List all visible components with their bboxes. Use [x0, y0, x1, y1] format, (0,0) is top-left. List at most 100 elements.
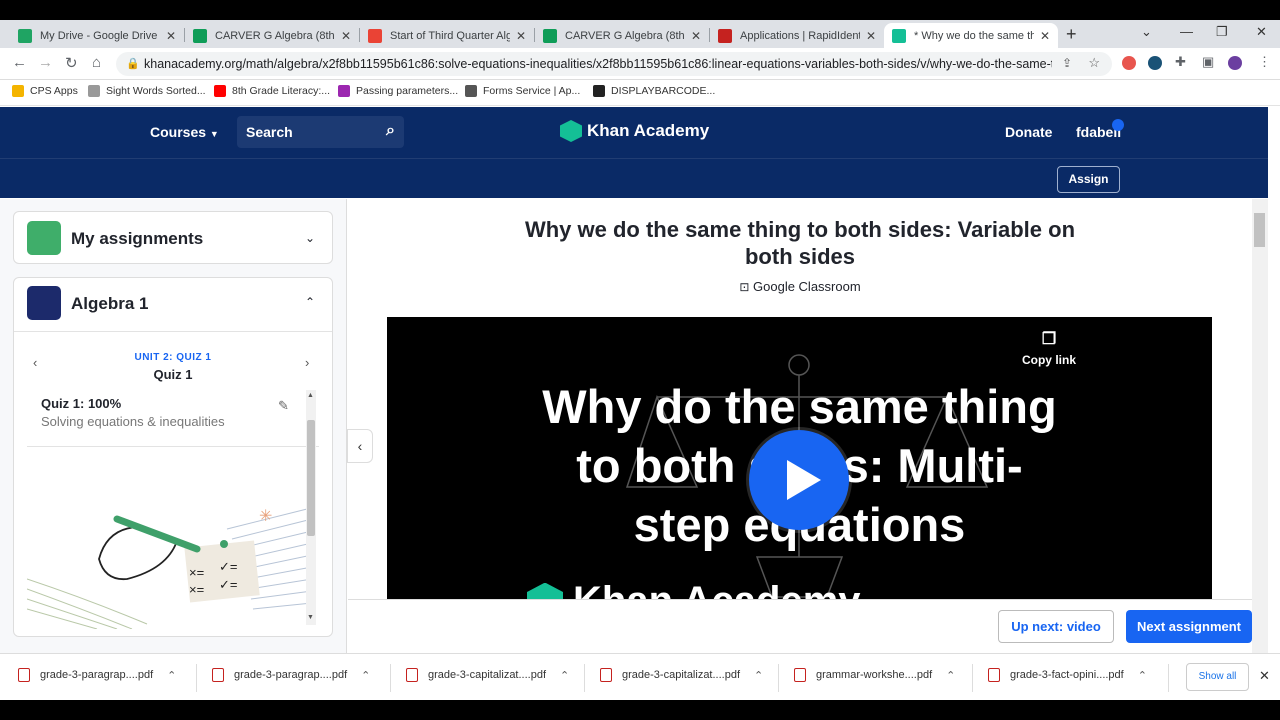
close-icon[interactable]: ✕ [166, 29, 176, 43]
khan-academy-icon [892, 28, 906, 43]
classroom-icon: ⊡ [739, 280, 750, 294]
chevron-up-icon[interactable]: ⌃ [1138, 669, 1147, 682]
tab-khan-academy[interactable]: * Why we do the same thing✕ [884, 23, 1058, 48]
main-content: Why we do the same thing to both sides: … [348, 199, 1252, 619]
up-next-button[interactable]: Up next: video [998, 610, 1114, 643]
close-icon[interactable]: ✕ [516, 29, 526, 43]
khan-academy-logo[interactable]: Khan Academy [560, 120, 709, 142]
copy-link-button[interactable]: ❐ Copy link [1015, 329, 1083, 367]
puzzle-icon[interactable]: ✚ [1175, 54, 1186, 70]
chevron-up-icon[interactable]: ⌃ [754, 669, 763, 682]
browser-window: My Drive - Google Drive ✕ CARVER G Algebr… [0, 20, 1280, 700]
search-icon[interactable]: ⌕ [386, 122, 395, 140]
tab-search-icon[interactable]: ⌄ [1141, 24, 1152, 40]
unit-label: UNIT 2: QUIZ 1 [134, 352, 212, 363]
quiz-scrollbar[interactable]: ▲ ▼ [306, 390, 316, 625]
chevron-up-icon[interactable]: ⌃ [305, 295, 315, 309]
tab-carver-algebra-2[interactable]: CARVER G Algebra (8th Gra✕ [535, 23, 709, 48]
svg-text:✓=: ✓= [219, 559, 237, 574]
sidepanel-icon[interactable]: ▣ [1202, 54, 1214, 70]
play-button[interactable] [749, 430, 849, 530]
svg-text:✓=: ✓= [219, 577, 237, 592]
bookmarks-bar: CPS Apps Sight Words Sorted... 8th Grade… [0, 80, 1280, 106]
forward-icon[interactable]: → [38, 54, 53, 71]
url-bar[interactable]: 🔒 khanacademy.org/math/algebra/x2f8bb115… [116, 52, 1112, 76]
download-item[interactable]: grammar-workshe....pdf ⌃ [794, 668, 955, 682]
menu-icon[interactable]: ⋮ [1258, 54, 1271, 70]
bookmark-displaybarcode[interactable]: DISPLAYBARCODE... [593, 85, 715, 97]
profile-avatar[interactable] [1228, 56, 1242, 70]
address-toolbar: ← → ↻ ⌂ 🔒 khanacademy.org/math/algebra/x… [0, 48, 1280, 80]
back-icon[interactable]: ← [12, 54, 27, 71]
courses-menu[interactable]: Courses ▼ [150, 124, 219, 140]
scroll-thumb[interactable] [1254, 213, 1265, 247]
download-item[interactable]: grade-3-capitalizat....pdf ⌃ [600, 668, 763, 682]
close-icon[interactable]: ✕ [866, 29, 876, 43]
video-player[interactable]: Why do the same thing to both sides: Mul… [387, 317, 1212, 619]
window-close-icon[interactable]: ✕ [1256, 24, 1267, 40]
my-assignments-card[interactable]: My assignments ⌄ [13, 211, 333, 264]
extension-icon[interactable] [1148, 56, 1162, 70]
pdf-icon [18, 668, 30, 682]
tab-gmail[interactable]: Start of Third Quarter Algeb✕ [360, 23, 534, 48]
course-sidebar: My assignments ⌄ Algebra 1 ⌃ ‹ UNIT 2: Q… [0, 199, 347, 673]
scroll-up-icon[interactable]: ▲ [307, 392, 314, 399]
close-icon[interactable]: ✕ [1040, 29, 1050, 43]
unit-navigator: ‹ UNIT 2: QUIZ 1 Quiz 1 › [14, 352, 332, 388]
download-item[interactable]: grade-3-paragrap....pdf ⌃ [212, 668, 370, 682]
rapididentity-icon [718, 28, 732, 43]
drive-icon [18, 28, 32, 43]
share-icon[interactable]: ⇪ [1062, 56, 1072, 70]
url-text: khanacademy.org/math/algebra/x2f8bb11595… [144, 57, 1052, 71]
notification-dot [1112, 119, 1124, 131]
tab-strip: My Drive - Google Drive ✕ CARVER G Algebr… [0, 20, 1280, 48]
chevron-up-icon[interactable]: ⌃ [167, 669, 176, 682]
tab-google-drive[interactable]: My Drive - Google Drive ✕ [10, 23, 184, 48]
lock-icon[interactable]: 🔒 [126, 57, 140, 70]
bookmark-sight-words[interactable]: Sight Words Sorted... [88, 85, 206, 97]
google-classroom-link[interactable]: ⊡ Google Classroom [348, 279, 1252, 294]
bookmark-8th-grade-literacy[interactable]: 8th Grade Literacy:... [214, 85, 330, 97]
quiz-illustration: ×= ✓= ×= ✓= ✳ [27, 508, 313, 629]
new-tab-icon[interactable]: + [1066, 24, 1077, 45]
chevron-up-icon[interactable]: ⌃ [560, 669, 569, 682]
collapse-sidebar-button[interactable]: ‹ [347, 429, 373, 463]
bookmark-star-icon[interactable]: ☆ [1088, 55, 1100, 71]
minimize-icon[interactable]: — [1180, 24, 1193, 39]
download-item[interactable]: grade-3-fact-opini....pdf ⌃ [988, 668, 1147, 682]
extension-icon[interactable] [1122, 56, 1136, 70]
show-all-button[interactable]: Show all [1186, 663, 1249, 691]
download-item[interactable]: grade-3-capitalizat....pdf ⌃ [406, 668, 569, 682]
bookmark-cps-apps[interactable]: CPS Apps [12, 85, 78, 97]
chevron-down-icon[interactable]: ⌄ [305, 231, 315, 245]
chevron-right-icon[interactable]: › [305, 355, 309, 370]
pdf-icon [212, 668, 224, 682]
next-assignment-button[interactable]: Next assignment [1126, 610, 1252, 643]
donate-link[interactable]: Donate [1005, 124, 1052, 140]
reload-icon[interactable]: ↻ [65, 54, 78, 72]
bookmark-forms-service[interactable]: Forms Service | Ap... [465, 85, 580, 97]
downloads-bar: grade-3-paragrap....pdf ⌃ grade-3-paragra… [0, 653, 1280, 700]
close-icon[interactable]: ✕ [341, 29, 351, 43]
close-icon[interactable]: ✕ [1259, 668, 1270, 684]
quiz-item[interactable]: Quiz 1: 100% Solving equations & inequal… [27, 394, 319, 629]
bottom-letterbox [0, 700, 1280, 720]
home-icon[interactable]: ⌂ [92, 54, 101, 71]
svg-text:×=: ×= [189, 582, 204, 597]
scroll-down-icon[interactable]: ▼ [307, 614, 314, 621]
chevron-up-icon[interactable]: ⌃ [946, 669, 955, 682]
page-icon [338, 85, 350, 97]
algebra-1-card: Algebra 1 ⌃ ‹ UNIT 2: QUIZ 1 Quiz 1 › Qu… [13, 277, 333, 637]
download-item[interactable]: grade-3-paragrap....pdf ⌃ [18, 668, 176, 682]
close-icon[interactable]: ✕ [691, 29, 701, 43]
scroll-thumb[interactable] [307, 420, 315, 536]
search-input[interactable]: Search ⌕ [237, 116, 404, 148]
sheets-icon [193, 28, 207, 43]
tab-rapididentity[interactable]: Applications | RapidIdentity ✕ [710, 23, 884, 48]
assign-button[interactable]: Assign [1057, 166, 1120, 193]
bookmark-passing-parameters[interactable]: Passing parameters... [338, 85, 458, 97]
chevron-up-icon[interactable]: ⌃ [361, 669, 370, 682]
tab-carver-algebra-1[interactable]: CARVER G Algebra (8th Gra✕ [185, 23, 359, 48]
page-scrollbar[interactable] [1252, 199, 1268, 673]
maximize-icon[interactable]: ❐ [1216, 24, 1228, 40]
